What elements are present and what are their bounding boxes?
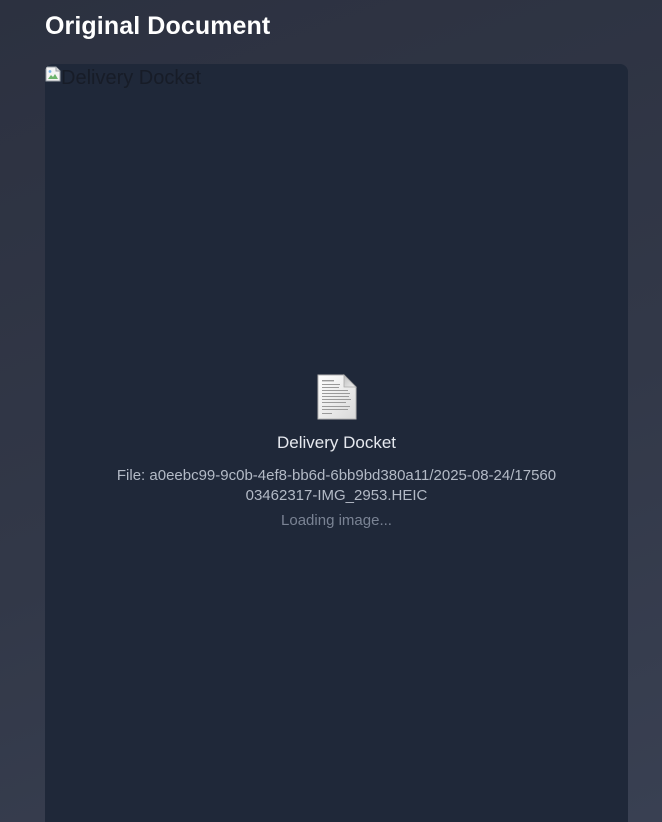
broken-image-icon xyxy=(45,66,61,82)
loading-placeholder: Delivery Docket File: a0eebc99-9c0b-4ef8… xyxy=(45,374,628,531)
section-title: Original Document xyxy=(45,12,271,40)
document-page-icon xyxy=(45,374,628,420)
document-file-path: File: a0eebc99-9c0b-4ef8-bb6d-6bb9bd380a… xyxy=(116,467,557,504)
image-alt-text: Delivery Docket xyxy=(61,67,202,89)
document-title: Delivery Docket xyxy=(276,433,397,452)
document-preview-panel: Delivery Docket Delivery Docket File: a0… xyxy=(45,64,628,822)
document-image: Delivery Docket xyxy=(45,64,201,89)
loading-status: Loading image... xyxy=(281,512,392,529)
